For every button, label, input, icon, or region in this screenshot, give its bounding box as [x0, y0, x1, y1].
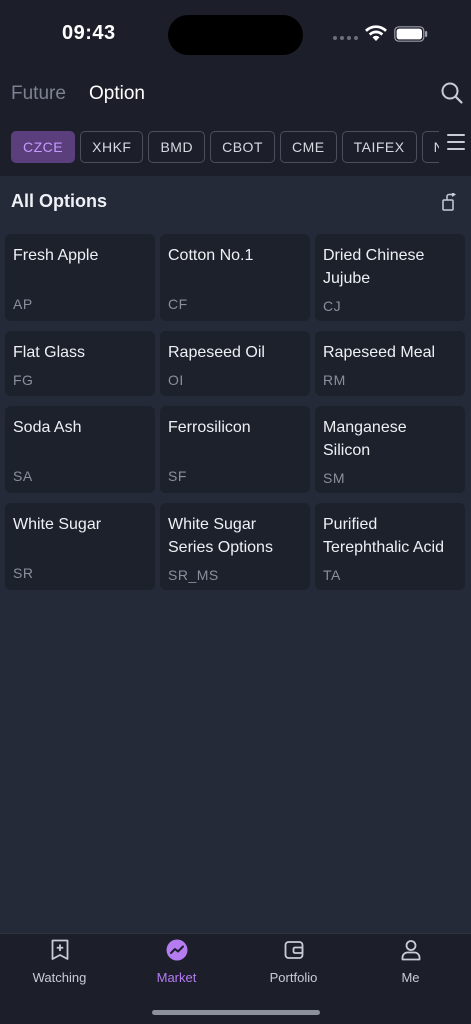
- exchange-chip-list: CZCE XHKF BMD CBOT CME TAIFEX NYMEX: [11, 131, 439, 165]
- exchange-chip-nymex[interactable]: NYMEX: [421, 131, 439, 163]
- option-card[interactable]: White Sugar Series Options SR_MS: [160, 503, 310, 590]
- search-icon[interactable]: [440, 81, 464, 105]
- option-code: CF: [168, 296, 188, 312]
- top-header: Future Option: [0, 70, 471, 120]
- option-code: SR: [13, 565, 34, 581]
- option-name: Manganese Silicon: [323, 419, 407, 459]
- option-name: Fresh Apple: [13, 247, 99, 264]
- option-name: Soda Ash: [13, 419, 82, 436]
- menu-icon[interactable]: [447, 134, 465, 152]
- option-card[interactable]: Manganese Silicon SM: [315, 406, 465, 493]
- option-name: White Sugar Series Options: [168, 516, 273, 556]
- home-indicator: [152, 1010, 320, 1015]
- option-name: Flat Glass: [13, 344, 86, 361]
- nav-label-watching: Watching: [32, 970, 87, 985]
- option-card[interactable]: Purified Terephthalic Acid TA: [315, 503, 465, 590]
- option-card[interactable]: Rapeseed Meal RM: [315, 331, 465, 396]
- tab-option[interactable]: Option: [89, 83, 145, 105]
- nav-item-me[interactable]: Me: [352, 938, 469, 985]
- option-card[interactable]: Flat Glass FG: [5, 331, 155, 396]
- option-code: SF: [168, 468, 187, 484]
- nav-item-watching[interactable]: Watching: [1, 938, 118, 985]
- cellular-signal-icon: [333, 36, 358, 40]
- option-name: Purified Terephthalic Acid: [323, 516, 444, 556]
- market-trend-icon: [166, 939, 187, 961]
- exchange-chip-cme[interactable]: CME: [279, 131, 337, 163]
- nav-item-market[interactable]: Market: [118, 938, 235, 985]
- option-code: RM: [323, 372, 346, 388]
- battery-icon: [394, 26, 428, 42]
- option-code: SM: [323, 470, 345, 486]
- option-code: SA: [13, 468, 33, 484]
- option-name: Ferrosilicon: [168, 419, 251, 436]
- dynamic-island: [168, 15, 303, 55]
- option-card[interactable]: Fresh Apple AP: [5, 234, 155, 321]
- option-name: White Sugar: [13, 516, 102, 533]
- exchange-chip-cbot[interactable]: CBOT: [210, 131, 275, 163]
- exchange-chip-czce[interactable]: CZCE: [11, 131, 76, 163]
- option-code: SR_MS: [168, 567, 219, 583]
- bookmark-plus-icon: [51, 939, 68, 960]
- option-name: Rapeseed Meal: [323, 344, 436, 361]
- exchange-chip-taifex[interactable]: TAIFEX: [341, 131, 417, 163]
- options-grid: Fresh Apple AP Cotton No.1 CF Dried Chin…: [5, 234, 466, 590]
- status-bar: 09:43: [0, 0, 471, 70]
- nav-label-market: Market: [156, 970, 197, 985]
- option-card[interactable]: Ferrosilicon SF: [160, 406, 310, 493]
- wallet-icon: [284, 941, 303, 959]
- nav-label-me: Me: [401, 970, 420, 985]
- option-code: OI: [168, 372, 184, 388]
- tab-future[interactable]: Future: [11, 83, 66, 105]
- nav-item-portfolio[interactable]: Portfolio: [235, 938, 352, 985]
- status-time: 09:43: [62, 22, 116, 44]
- option-code: CJ: [323, 298, 342, 314]
- option-code: AP: [13, 296, 33, 312]
- exchange-filter-bar: CZCE XHKF BMD CBOT CME TAIFEX NYMEX: [0, 120, 471, 176]
- option-name: Dried Chinese Jujube: [323, 247, 425, 287]
- option-code: FG: [13, 372, 34, 388]
- option-card[interactable]: White Sugar SR: [5, 503, 155, 590]
- option-card[interactable]: Soda Ash SA: [5, 406, 155, 493]
- option-name: Rapeseed Oil: [168, 344, 265, 361]
- option-card[interactable]: Rapeseed Oil OI: [160, 331, 310, 396]
- wifi-icon: [365, 25, 387, 41]
- rotate-icon[interactable]: [441, 193, 457, 211]
- option-card[interactable]: Cotton No.1 CF: [160, 234, 310, 321]
- option-card[interactable]: Dried Chinese Jujube CJ: [315, 234, 465, 321]
- user-icon: [401, 940, 420, 961]
- section-title: All Options: [11, 191, 107, 211]
- option-code: TA: [323, 567, 341, 583]
- nav-label-portfolio: Portfolio: [269, 970, 318, 985]
- exchange-chip-bmd[interactable]: BMD: [148, 131, 206, 163]
- exchange-chip-xhkf[interactable]: XHKF: [80, 131, 144, 163]
- option-name: Cotton No.1: [168, 247, 254, 264]
